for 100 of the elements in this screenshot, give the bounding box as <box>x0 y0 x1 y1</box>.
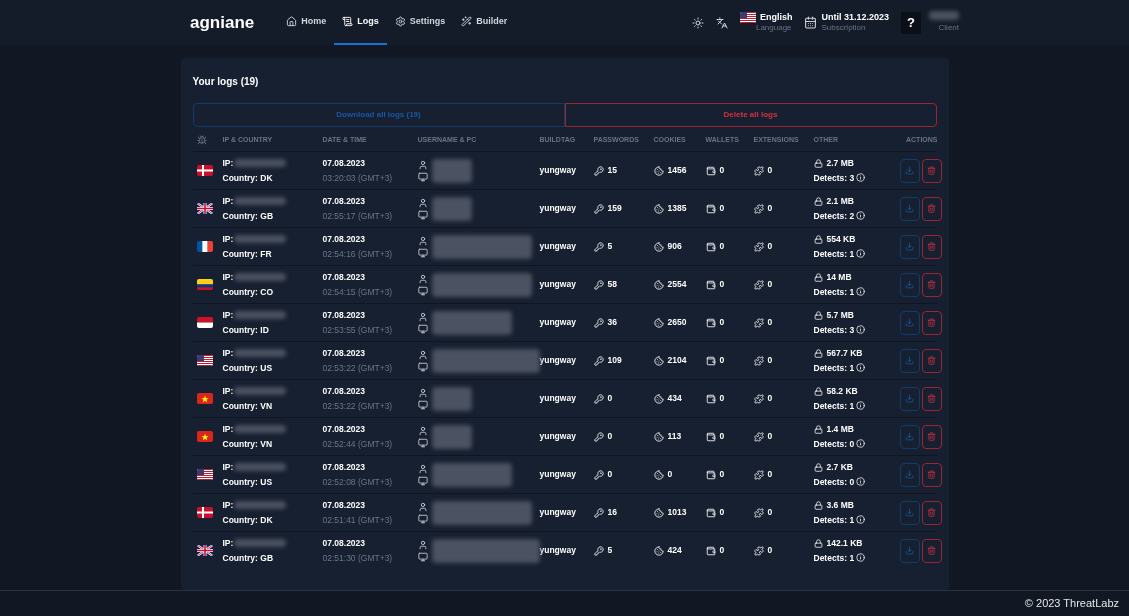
wallets-count: 0 <box>705 316 754 329</box>
nav-tab[interactable]: Settings <box>386 0 454 45</box>
help-button[interactable]: ? <box>901 11 921 34</box>
key-icon <box>593 203 604 214</box>
info-icon[interactable] <box>856 287 866 297</box>
trash-icon <box>927 280 936 289</box>
download-button[interactable] <box>899 272 920 297</box>
time-text: 02:52:08 (GMT+3) <box>322 475 394 489</box>
delete-button[interactable] <box>921 462 942 487</box>
wallets-count: 0 <box>705 506 754 519</box>
download-button[interactable] <box>899 462 920 487</box>
cookie-icon <box>653 203 664 214</box>
monitor-icon <box>417 171 428 182</box>
translate-icon[interactable] <box>715 16 728 29</box>
buildtag-text: yungway <box>539 430 577 443</box>
passwords-count: 36 <box>593 316 654 329</box>
date-text: 07.08.2023 <box>322 422 367 436</box>
buildtag-text: yungway <box>539 392 577 405</box>
info-icon[interactable] <box>856 401 866 411</box>
date-text: 07.08.2023 <box>322 194 367 208</box>
lock-icon <box>813 158 823 168</box>
delete-button[interactable] <box>921 310 942 335</box>
passwords-count: 58 <box>593 278 654 291</box>
nav-tab[interactable]: Home <box>278 0 335 45</box>
delete-button[interactable] <box>921 538 942 563</box>
buildtag-text: yungway <box>539 354 577 367</box>
cookie-icon <box>653 545 664 556</box>
extensions-count: 0 <box>753 392 814 405</box>
date-text: 07.08.2023 <box>322 536 367 550</box>
calendar-icon <box>804 16 818 29</box>
extensions-count: 0 <box>753 278 814 291</box>
ip-label: IP: <box>222 270 234 284</box>
key-icon <box>593 545 604 556</box>
delete-button[interactable] <box>921 196 942 221</box>
download-button[interactable] <box>899 538 920 563</box>
buildtag-text: yungway <box>539 240 577 253</box>
download-button[interactable] <box>899 158 920 183</box>
download-icon <box>905 508 914 517</box>
delete-button[interactable] <box>921 272 942 297</box>
file-size: 2.1 MB <box>813 194 890 208</box>
ip-label: IP: <box>222 422 234 436</box>
cookies-count: 434 <box>653 392 706 405</box>
key-icon <box>593 431 604 442</box>
detects-text: Detects: 1 <box>813 285 855 299</box>
cookie-icon <box>653 241 664 252</box>
info-icon[interactable] <box>856 173 866 183</box>
download-button[interactable] <box>899 310 920 335</box>
download-button[interactable] <box>899 196 920 221</box>
cookies-count: 1456 <box>653 164 706 177</box>
flag-icon <box>196 393 213 404</box>
download-button[interactable] <box>899 386 920 411</box>
sun-icon[interactable] <box>691 16 704 29</box>
user-icon <box>417 387 428 398</box>
key-icon <box>593 355 604 366</box>
time-text: 02:54:16 (GMT+3) <box>322 247 394 261</box>
passwords-count: 159 <box>593 202 654 215</box>
info-icon[interactable] <box>856 515 866 525</box>
wallet-icon <box>705 165 716 176</box>
flag-icon <box>196 279 213 290</box>
info-icon[interactable] <box>856 249 866 259</box>
info-icon[interactable] <box>856 477 866 487</box>
extensions-count: 0 <box>753 506 814 519</box>
download-button[interactable] <box>899 500 920 525</box>
delete-button[interactable] <box>921 234 942 259</box>
info-icon[interactable] <box>856 211 866 221</box>
delete-button[interactable] <box>921 386 942 411</box>
lock-icon <box>813 348 823 358</box>
key-icon <box>593 469 604 480</box>
language-selector[interactable]: English Language <box>739 11 793 34</box>
time-text: 02:55:17 (GMT+3) <box>322 209 394 223</box>
cookies-count: 1013 <box>653 506 706 519</box>
country-text: Country: DK <box>222 171 274 185</box>
wand-icon <box>461 16 473 27</box>
delete-button[interactable] <box>921 424 942 449</box>
buildtag-text: yungway <box>539 316 577 329</box>
blurred-text <box>234 539 287 548</box>
lock-icon <box>813 272 823 282</box>
delete-button[interactable] <box>921 500 942 525</box>
passwords-count: 0 <box>593 430 654 443</box>
info-icon[interactable] <box>856 553 866 563</box>
monitor-icon <box>417 475 428 486</box>
blurred-text <box>431 424 472 449</box>
download-button[interactable] <box>899 424 920 449</box>
date-text: 07.08.2023 <box>322 460 367 474</box>
delete-button[interactable] <box>921 158 942 183</box>
delete-button[interactable] <box>921 348 942 373</box>
trash-icon <box>927 546 936 555</box>
key-icon <box>593 279 604 290</box>
ip-label: IP: <box>222 536 234 550</box>
nav-tab[interactable]: Logs <box>334 0 387 45</box>
info-icon[interactable] <box>856 325 866 335</box>
info-icon[interactable] <box>856 439 866 449</box>
info-icon[interactable] <box>856 363 866 373</box>
nav-tab[interactable]: Builder <box>453 0 516 45</box>
key-icon <box>593 393 604 404</box>
file-size: 142.1 KB <box>813 536 890 550</box>
logo: agniane <box>190 11 255 34</box>
download-button[interactable] <box>899 348 920 373</box>
download-button[interactable] <box>899 234 920 259</box>
flag-icon <box>196 317 213 328</box>
